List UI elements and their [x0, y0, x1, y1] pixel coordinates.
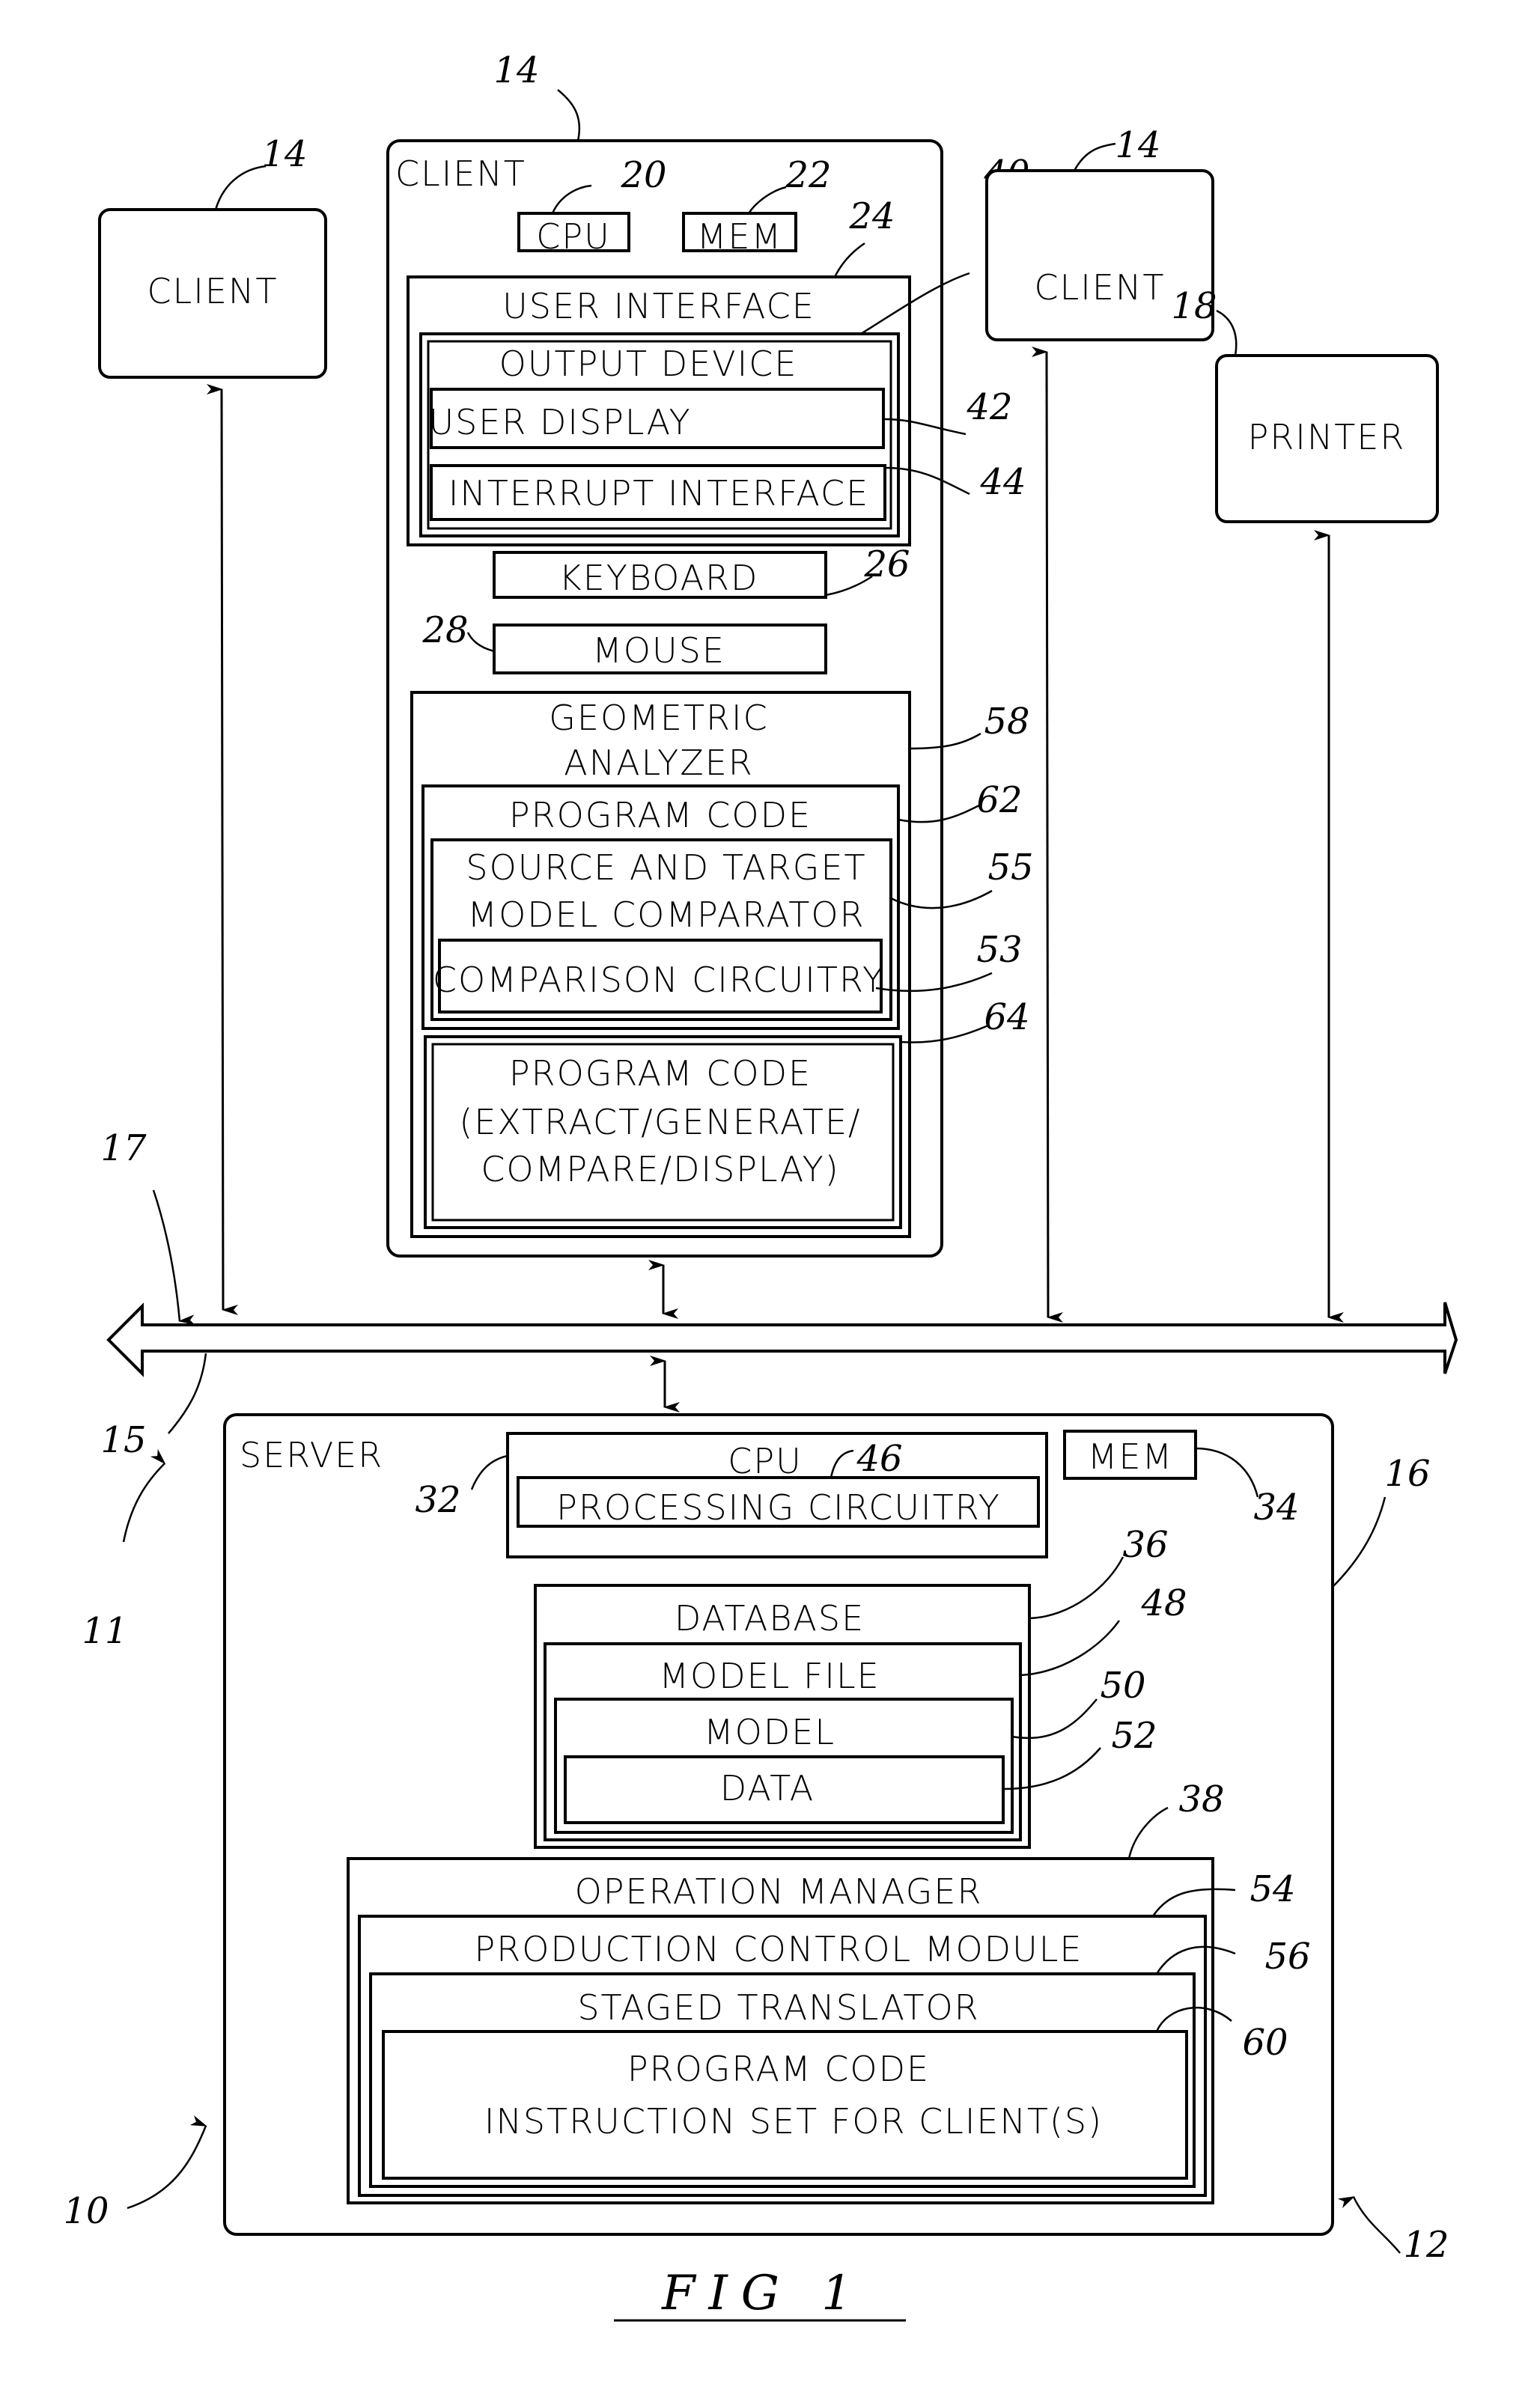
user-interface-ref: 24: [848, 195, 895, 237]
operation-manager-label: OPERATION MANAGER: [575, 1871, 983, 1912]
client-main-label: CLIENT: [395, 153, 526, 194]
comparator-label-1: SOURCE AND TARGET: [466, 847, 866, 888]
printer-leader: [1216, 309, 1238, 356]
server-mem-label: MEM: [1088, 1436, 1173, 1477]
client-main-ref: 14: [493, 49, 539, 91]
server-label: SERVER: [240, 1435, 383, 1475]
system-10-arrow: [127, 2115, 207, 2210]
server-ref-16: 16: [1384, 1453, 1430, 1495]
staged-translator-ref: 56: [1264, 1936, 1310, 1978]
server-program-code-ref: 60: [1242, 2022, 1288, 2064]
geometric-analyzer-label-2: ANALYZER: [564, 743, 754, 783]
figure-caption-text: FIG 1: [661, 2266, 865, 2321]
printer-ref: 18: [1171, 285, 1217, 327]
mouse-label: MOUSE: [592, 630, 725, 671]
processing-circuitry-label: PROCESSING CIRCUITRY: [556, 1487, 1001, 1528]
server-ref-12: 12: [1403, 2224, 1449, 2266]
program-code-64-label-1: PROGRAM CODE: [509, 1053, 812, 1094]
client-main-leader: [557, 89, 581, 141]
program-code-64-ref: 64: [984, 996, 1029, 1038]
client-right-leader: [1073, 142, 1116, 171]
client-mem-label: MEM: [697, 216, 782, 257]
bus-17-leader: [152, 1189, 195, 1326]
user-interface-label: USER INTERFACE: [502, 286, 815, 326]
client-left-ref: 14: [261, 133, 307, 175]
staged-translator-label: STAGED TRANSLATOR: [577, 1987, 979, 2028]
client-left-label: CLIENT: [147, 271, 278, 311]
system-ref-11: 11: [82, 1610, 127, 1652]
processing-circuitry-ref: 46: [856, 1438, 902, 1480]
figure-caption: FIG 1: [614, 2266, 906, 2322]
model-file-ref: 48: [1140, 1582, 1187, 1624]
program-code-62-ref: 62: [976, 779, 1022, 821]
database-label: DATABASE: [675, 1598, 865, 1639]
client-right-ref: 14: [1115, 124, 1160, 166]
bus-ref-17: 17: [100, 1127, 147, 1169]
server-12-arrow: [1337, 2196, 1401, 2254]
server-cpu-label: CPU: [728, 1441, 803, 1481]
server-16-leader: [1332, 1496, 1386, 1588]
client-cpu-label: CPU: [536, 216, 611, 257]
system-11-leader: [122, 1448, 166, 1543]
client-main: CLIENT 14 CPU 20 MEM 22 USER INTERFACE 2…: [386, 49, 1034, 1319]
comparator-ref: 55: [987, 847, 1033, 888]
comparison-circuitry-label: COMPARISON CIRCUITRY: [433, 960, 885, 1000]
client-cpu-ref: 20: [620, 154, 666, 196]
program-code-64-label-3: COMPARE/DISPLAY): [481, 1149, 839, 1189]
geometric-analyzer-label-1: GEOMETRIC: [549, 698, 768, 738]
client-right-connector: [1031, 347, 1064, 1323]
client-left-leader: [214, 165, 267, 210]
bus-double-arrow: [106, 1302, 1458, 1377]
client-mem-ref: 22: [785, 154, 831, 196]
server: SERVER 16 CPU 32 PROCESSING CIRCUITRY 46…: [63, 1413, 1449, 2266]
mouse-ref: 28: [421, 609, 468, 651]
model-label: MODEL: [704, 1712, 835, 1752]
data-label: DATA: [720, 1768, 815, 1808]
model-ref: 50: [1100, 1665, 1145, 1707]
system-diagram: CLIENT 14 CLIENT 14 CPU 20 MEM 22 USER I…: [63, 49, 1458, 2322]
keyboard-ref: 26: [863, 543, 910, 585]
comparison-circuitry-ref: 53: [976, 929, 1022, 971]
production-control-module-label: PRODUCTION CONTROL MODULE: [475, 1929, 1083, 1969]
printer: PRINTER 18: [1171, 285, 1439, 1323]
client-right-label: CLIENT: [1035, 267, 1166, 308]
data-ref: 52: [1111, 1715, 1157, 1757]
bus-ref-15: 15: [100, 1419, 146, 1461]
output-device-label: OUTPUT DEVICE: [499, 344, 798, 384]
client-left-connector: [206, 384, 239, 1315]
server-program-code-label-2: INSTRUCTION SET FOR CLIENT(S): [484, 2101, 1103, 2142]
server-program-code-label-1: PROGRAM CODE: [627, 2049, 930, 2089]
geometric-analyzer-ref: 58: [984, 701, 1029, 743]
interrupt-interface-ref: 44: [979, 461, 1026, 503]
database-ref: 36: [1122, 1524, 1168, 1566]
server-mem-ref: 34: [1253, 1487, 1299, 1528]
program-code-62-label: PROGRAM CODE: [509, 795, 812, 835]
interrupt-interface-label: INTERRUPT INTERFACE: [448, 473, 869, 513]
program-code-64-label-2: (EXTRACT/GENERATE/: [459, 1102, 861, 1142]
comparator-label-2: MODEL COMPARATOR: [467, 894, 865, 935]
printer-label: PRINTER: [1248, 417, 1406, 457]
keyboard-label: KEYBOARD: [559, 558, 759, 598]
user-display-label: USER DISPLAY: [428, 402, 691, 442]
user-display-ref: 42: [966, 386, 1012, 428]
server-cpu-ref: 32: [415, 1479, 460, 1521]
production-control-module-ref: 54: [1249, 1868, 1295, 1910]
system-ref-10: 10: [63, 2190, 109, 2232]
bus-15-leader: [168, 1353, 207, 1434]
operation-manager-ref: 38: [1178, 1778, 1224, 1820]
model-file-label: MODEL FILE: [659, 1656, 880, 1696]
